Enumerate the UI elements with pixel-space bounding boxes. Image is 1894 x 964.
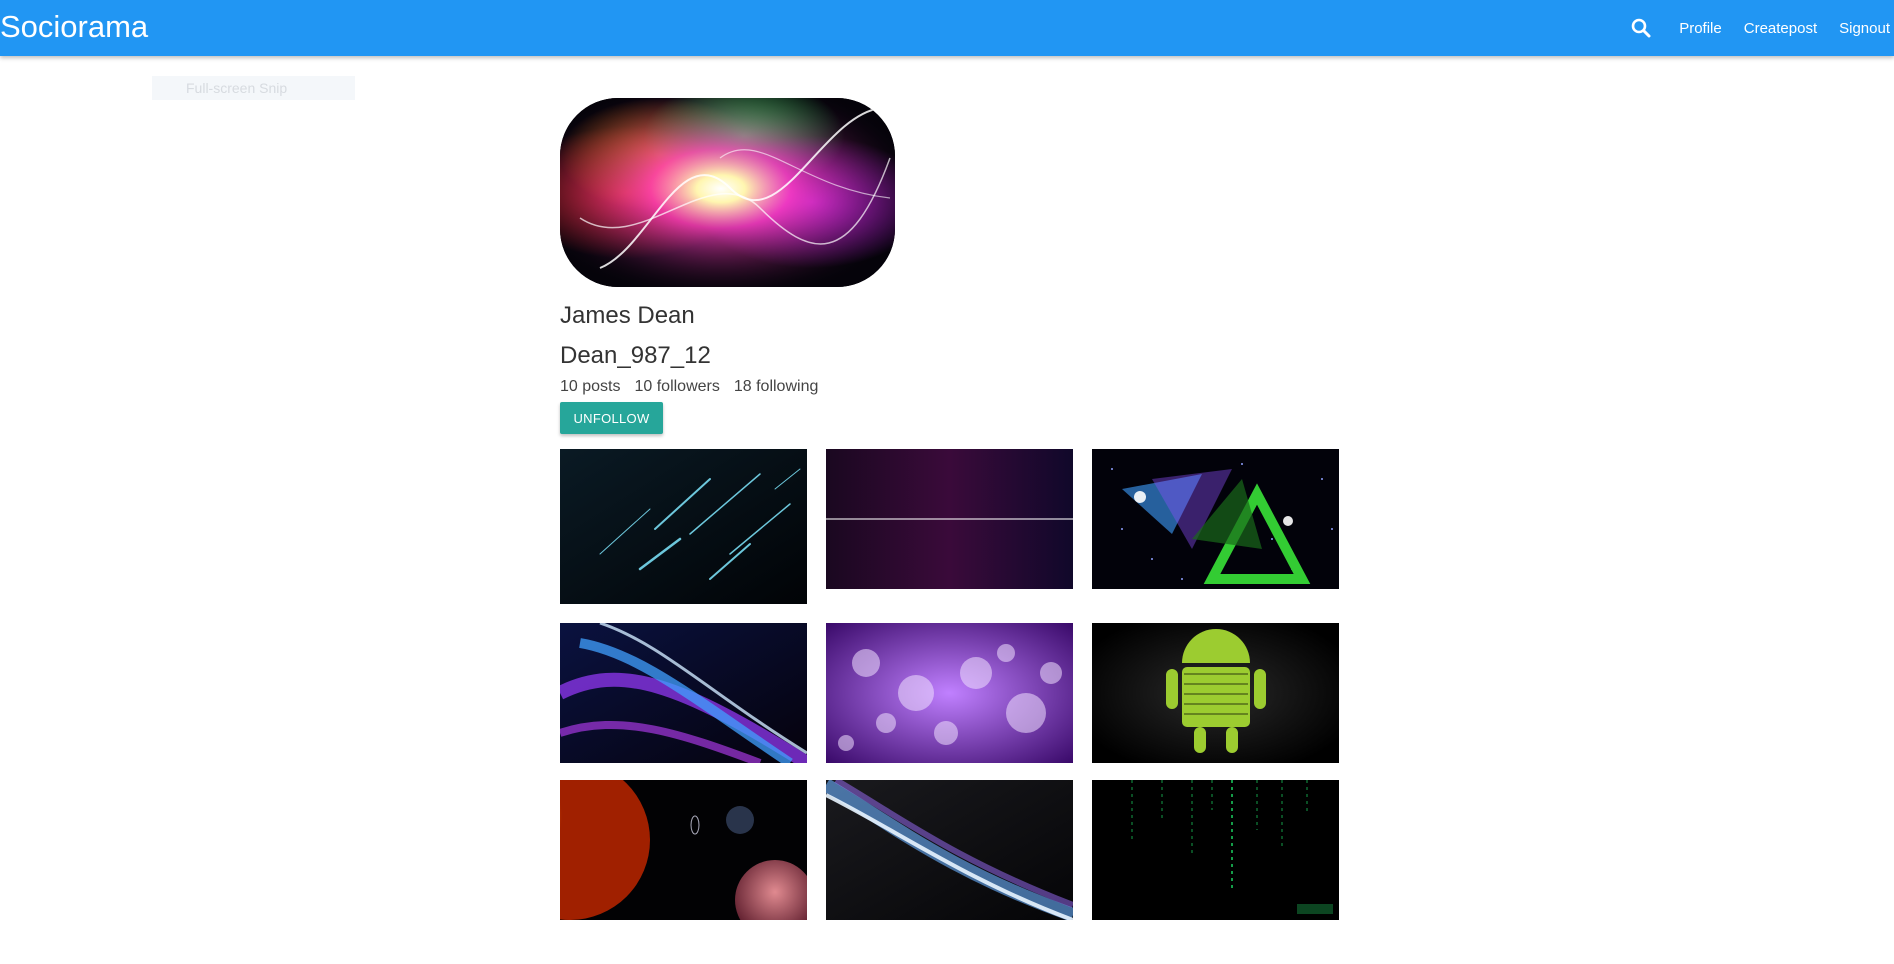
full-screen-snip-overlay[interactable]: Full-screen Snip	[152, 76, 355, 100]
profile-full-name: James Dean	[560, 302, 695, 329]
post-thumbnail-4[interactable]	[560, 623, 807, 763]
nav-links: Profile Createpost Signout	[1629, 0, 1894, 56]
top-navbar: Sociorama Profile Createpost Signout	[0, 0, 1894, 56]
post-thumbnail-1[interactable]	[560, 449, 807, 604]
nav-createpost-link[interactable]: Createpost	[1744, 20, 1817, 37]
post-thumbnail-5[interactable]	[826, 623, 1073, 763]
nav-profile-link[interactable]: Profile	[1679, 20, 1722, 37]
post-thumbnail-8[interactable]	[826, 780, 1073, 920]
unfollow-button[interactable]: UNFOLLOW	[560, 402, 663, 434]
posts-count: 10 posts	[560, 378, 621, 395]
following-count[interactable]: 18 following	[734, 378, 819, 396]
post-thumbnail-3[interactable]	[1092, 449, 1339, 589]
post-thumbnail-9[interactable]	[1092, 780, 1339, 920]
profile-username: Dean_987_12	[560, 342, 711, 369]
post-thumbnail-7[interactable]	[560, 780, 807, 920]
search-icon[interactable]	[1629, 16, 1653, 40]
brand-logo[interactable]: Sociorama	[0, 9, 148, 45]
nav-signout-link[interactable]: Signout	[1839, 20, 1890, 37]
post-thumbnail-2[interactable]	[826, 449, 1073, 589]
post-thumbnail-6[interactable]	[1092, 623, 1339, 763]
profile-picture	[560, 98, 895, 287]
followers-count[interactable]: 10 followers	[634, 378, 719, 396]
profile-stats: 10 posts 10 followers 18 following	[560, 378, 832, 396]
